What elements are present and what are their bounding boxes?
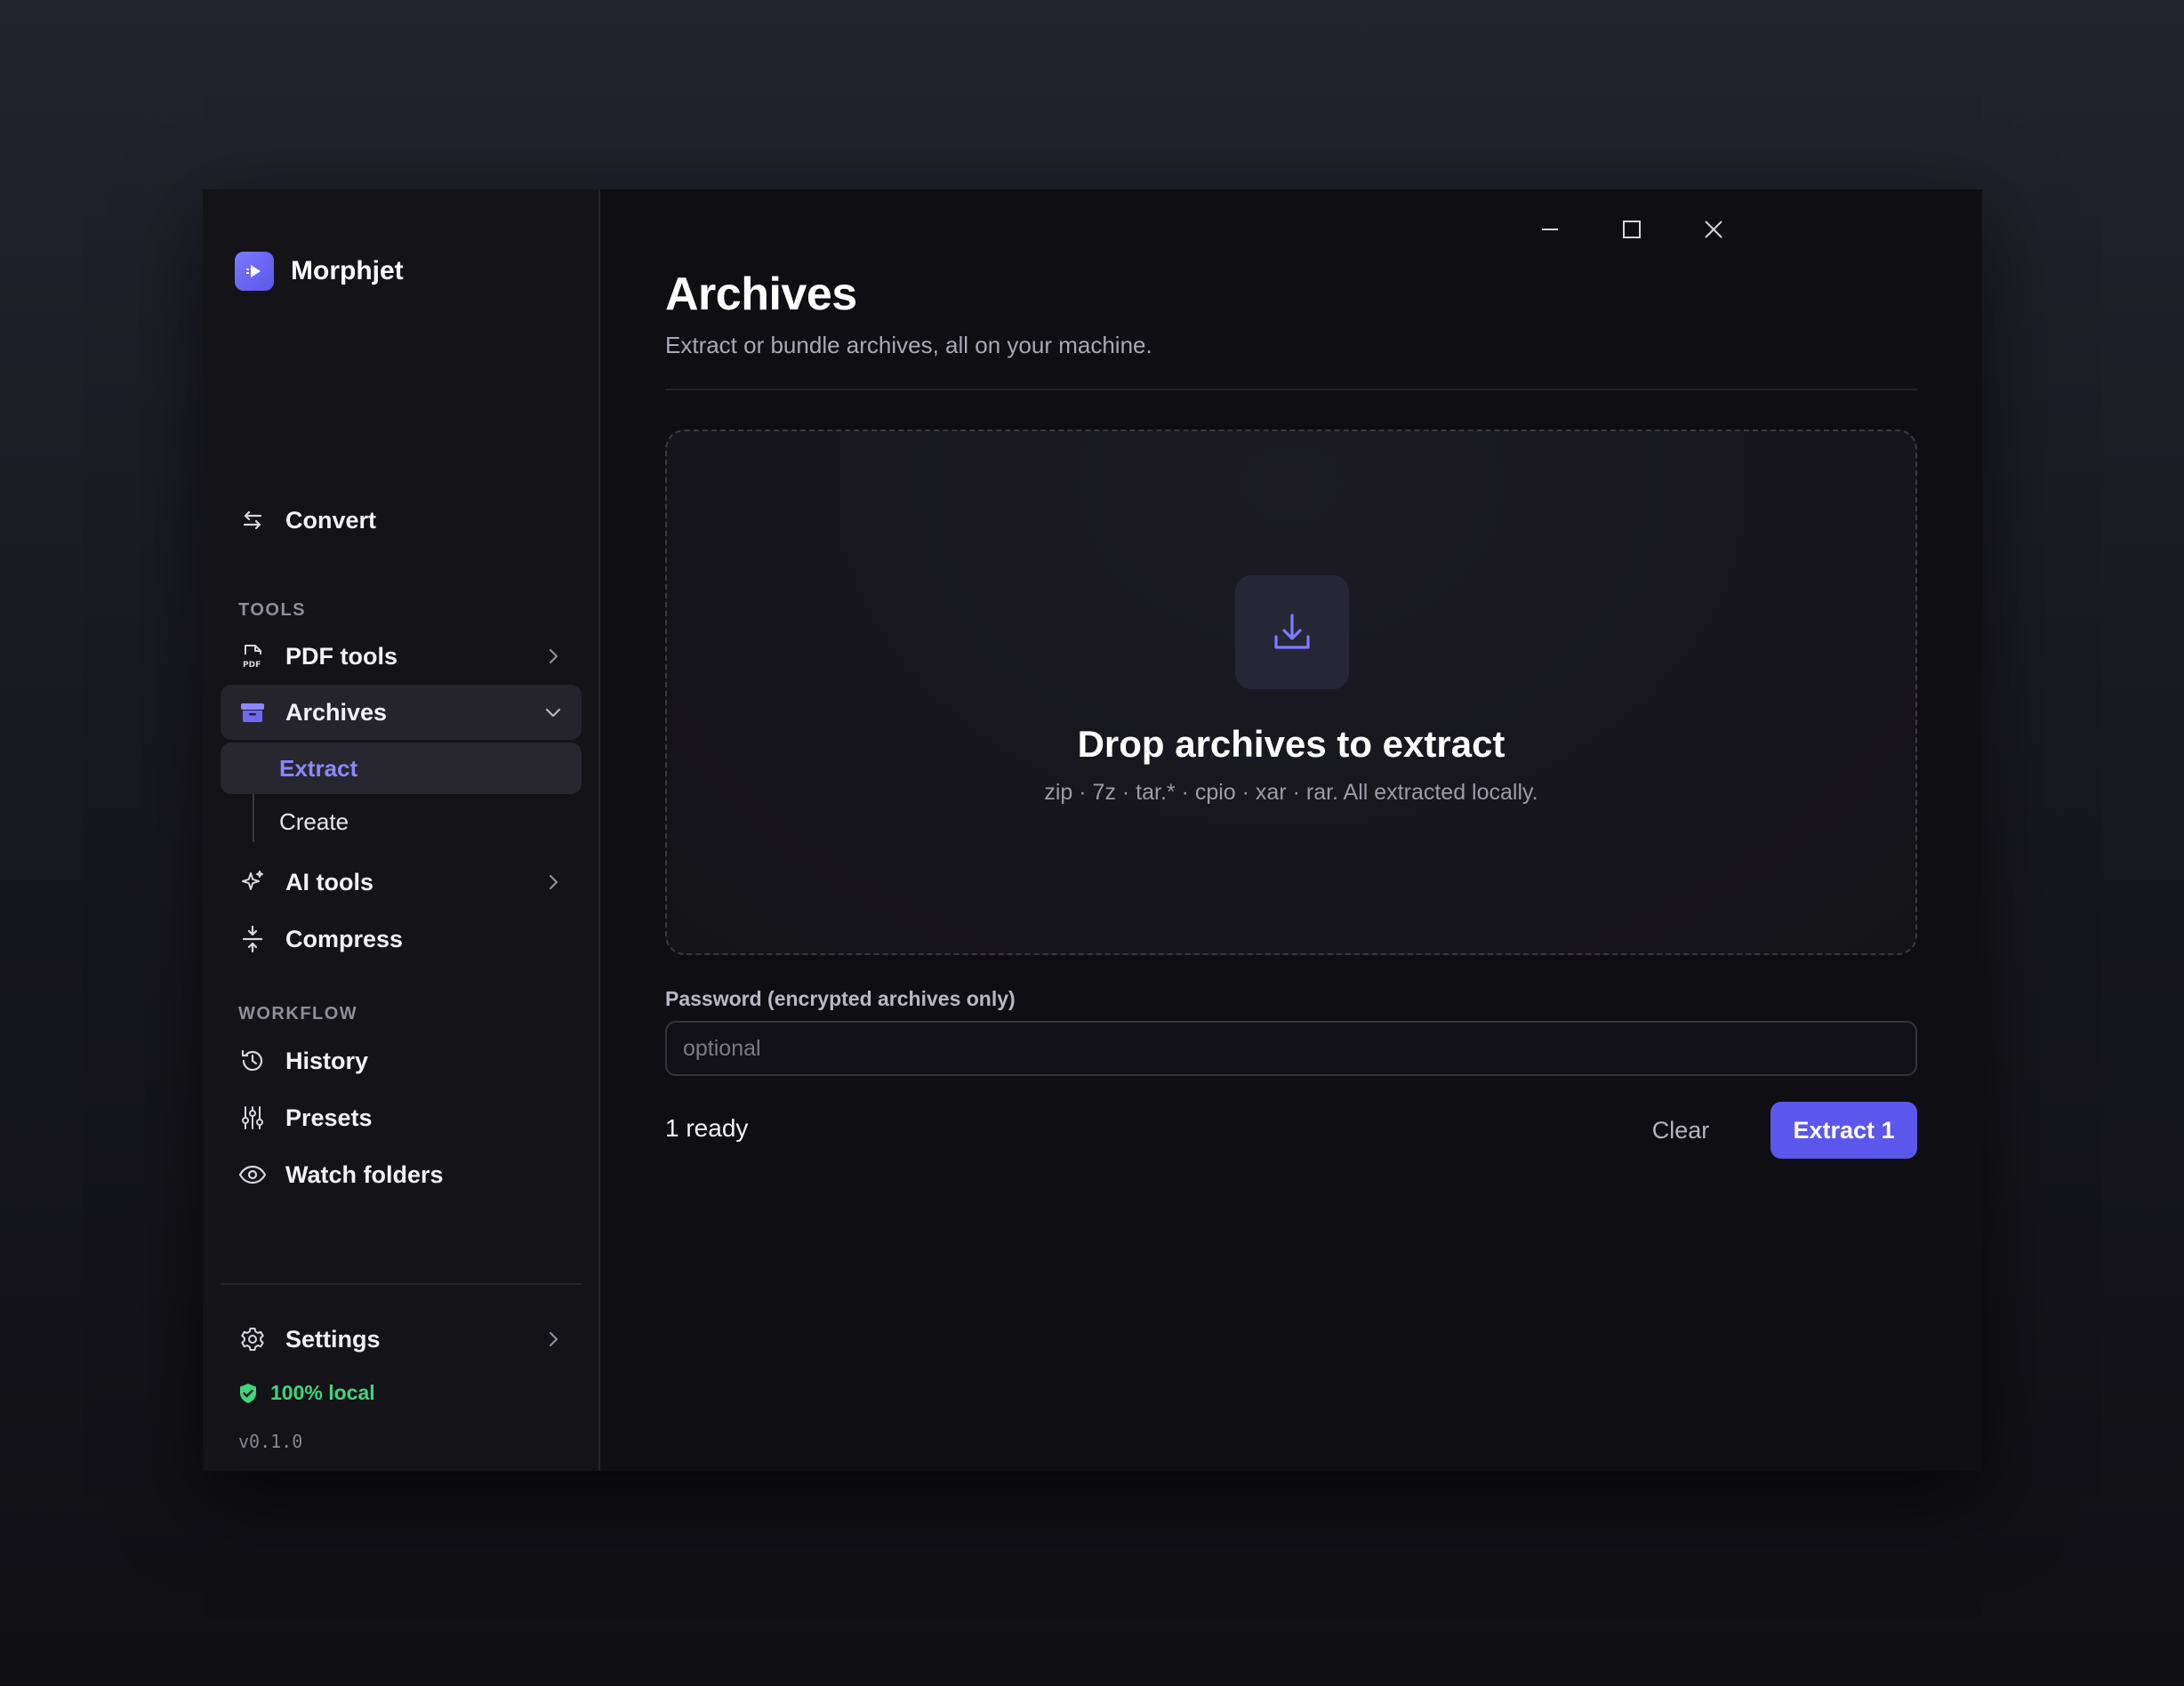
sparkle-icon [238,868,267,896]
app-window: Morphjet Convert TOOLS PDF PDF tools Arc… [203,189,1982,1471]
chevron-right-icon [549,648,558,664]
sidebar-item-presets[interactable]: Presets [221,1090,582,1145]
sidebar-item-ai-tools[interactable]: AI tools [221,855,582,910]
chevron-right-icon [549,1331,558,1347]
maximize-button[interactable] [1611,209,1652,250]
app-version: v0.1.0 [238,1431,303,1452]
arrows-swap-icon [238,506,267,534]
chevron-right-icon [549,874,558,890]
minimize-icon [1542,229,1558,230]
local-status-badge: 100% local [238,1381,375,1405]
password-input[interactable] [665,1021,1917,1076]
dropzone-hint: zip · 7z · tar.* · cpio · xar · rar. All… [1044,780,1538,805]
close-button[interactable] [1693,209,1734,250]
sidebar-divider [221,1283,582,1285]
dropzone-title: Drop archives to extract [1077,723,1506,765]
compress-icon [238,925,267,953]
sidebar-item-label: Settings [285,1325,381,1353]
maximize-icon [1623,221,1641,238]
sidebar-item-label: History [285,1047,369,1074]
sidebar-item-history[interactable]: History [221,1033,582,1088]
download-tray-icon [1235,575,1349,689]
sidebar-item-pdf-tools[interactable]: PDF PDF tools [221,629,582,684]
svg-text:PDF: PDF [243,661,261,670]
eye-icon [238,1160,267,1189]
sidebar-item-label: Compress [285,925,404,952]
extract-button[interactable]: Extract 1 [1770,1102,1917,1159]
pdf-file-icon: PDF [238,642,267,670]
section-label-tools: TOOLS [238,600,307,620]
local-badge-label: 100% local [270,1381,375,1404]
sidebar-subitem-extract[interactable]: Extract [221,743,582,794]
sidebar-item-label: AI tools [285,868,373,895]
brand-logo-icon [235,252,274,291]
archive-dropzone[interactable]: Drop archives to extract zip · 7z · tar.… [665,430,1917,955]
password-label: Password (encrypted archives only) [665,987,1016,1010]
sidebar-subitem-create[interactable]: Create [221,796,582,847]
clear-button[interactable]: Clear [1623,1102,1738,1159]
sidebar-item-label: Presets [285,1104,373,1131]
chevron-down-icon [545,708,561,718]
gear-icon [238,1325,267,1353]
archive-box-icon [238,698,267,727]
sidebar-item-archives[interactable]: Archives [221,685,582,740]
page-title: Archives [665,269,857,320]
sidebar-item-label: Convert [285,506,377,534]
main-content: Archives Extract or bundle archives, all… [600,189,1982,1471]
sidebar-item-label: PDF tools [285,642,397,670]
header-divider [665,389,1917,390]
section-label-workflow: WORKFLOW [238,1004,358,1024]
sidebar-item-settings[interactable]: Settings [221,1312,582,1367]
sidebar-item-label: Watch folders [285,1160,444,1188]
ready-status: 1 ready [665,1114,749,1142]
sidebar-item-convert[interactable]: Convert [221,493,582,548]
sidebar-item-compress[interactable]: Compress [221,911,582,967]
sidebar-item-watch-folders[interactable]: Watch folders [221,1147,582,1202]
minimize-button[interactable] [1530,209,1570,250]
sliders-icon [238,1104,267,1132]
history-icon [238,1047,267,1075]
sidebar-item-label: Archives [285,698,388,726]
sidebar: Morphjet Convert TOOLS PDF PDF tools Arc… [203,189,600,1471]
page-subtitle: Extract or bundle archives, all on your … [665,332,1152,358]
close-icon [1705,221,1722,238]
shield-check-icon [240,1383,256,1403]
brand: Morphjet [235,252,404,291]
app-name: Morphjet [291,256,404,285]
